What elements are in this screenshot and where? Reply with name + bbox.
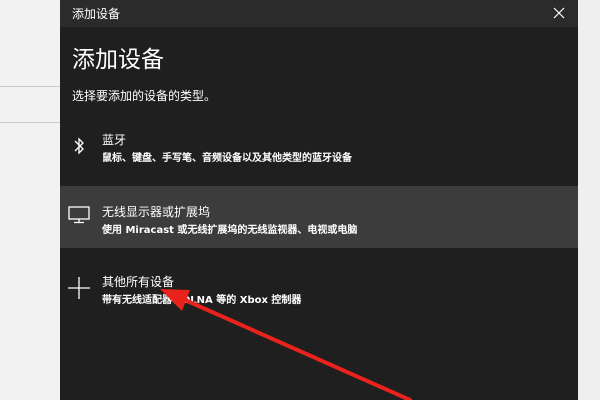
page-title: 添加设备	[72, 47, 164, 73]
close-icon	[553, 7, 565, 19]
option-bluetooth[interactable]: 蓝牙 鼠标、键盘、手写笔、音频设备以及其他类型的蓝牙设备	[60, 118, 578, 180]
option-description: 使用 Miracast 或无线扩展坞的无线监视器、电视或电脑	[102, 225, 358, 236]
background-edge	[578, 0, 600, 400]
bluetooth-icon	[66, 133, 92, 159]
window-title: 添加设备	[72, 7, 121, 21]
add-device-dialog: 添加设备 添加设备 选择要添加的设备的类型。 蓝牙 鼠标、键盘、手写笔、音频设备…	[60, 0, 578, 400]
close-button[interactable]	[548, 2, 570, 24]
option-label: 无线显示器或扩展坞	[102, 205, 211, 219]
page-subtitle: 选择要添加的设备的类型。	[72, 89, 217, 103]
option-everything-else[interactable]: 其他所有设备 带有无线适配器、DLNA 等的 Xbox 控制器	[60, 258, 578, 320]
option-label: 蓝牙	[102, 133, 127, 147]
title-bar: 添加设备	[60, 0, 578, 27]
option-description: 带有无线适配器、DLNA 等的 Xbox 控制器	[102, 295, 302, 306]
plus-icon	[66, 275, 92, 301]
option-label: 其他所有设备	[102, 275, 175, 289]
option-wireless-display[interactable]: 无线显示器或扩展坞 使用 Miracast 或无线扩展坞的无线监视器、电视或电脑	[60, 186, 578, 248]
option-description: 鼠标、键盘、手写笔、音频设备以及其他类型的蓝牙设备	[102, 153, 352, 164]
monitor-icon	[66, 202, 92, 228]
